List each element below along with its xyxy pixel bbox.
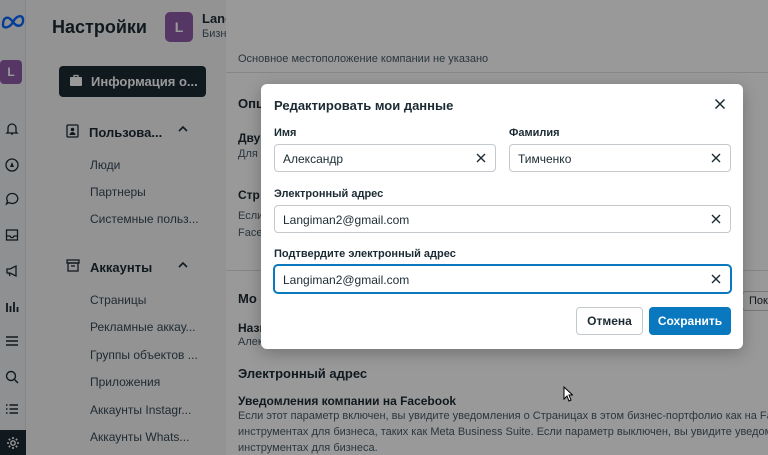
- first-name-label: Имя: [274, 127, 297, 139]
- email-input[interactable]: [283, 210, 703, 229]
- last-name-input[interactable]: [518, 149, 698, 168]
- clear-icon[interactable]: [710, 273, 722, 285]
- save-button[interactable]: Сохранить: [649, 307, 731, 335]
- last-name-field[interactable]: [509, 144, 731, 172]
- email-label: Электронный адрес: [274, 188, 384, 200]
- close-icon[interactable]: [712, 96, 728, 112]
- confirm-email-field[interactable]: [274, 265, 731, 293]
- first-name-input[interactable]: [283, 149, 463, 168]
- confirm-email-input[interactable]: [283, 270, 703, 289]
- first-name-field[interactable]: [274, 144, 496, 172]
- cancel-button[interactable]: Отмена: [576, 307, 643, 335]
- email-field[interactable]: [274, 205, 731, 233]
- edit-profile-dialog: Редактировать мои данные Имя Фамилия Эле…: [261, 84, 743, 349]
- confirm-email-label: Подтвердите электронный адрес: [274, 248, 456, 260]
- clear-icon[interactable]: [710, 213, 722, 225]
- last-name-label: Фамилия: [509, 127, 560, 139]
- mouse-cursor-icon: [563, 385, 574, 407]
- clear-icon[interactable]: [710, 152, 722, 164]
- dialog-title: Редактировать мои данные: [274, 98, 454, 113]
- clear-icon[interactable]: [475, 152, 487, 164]
